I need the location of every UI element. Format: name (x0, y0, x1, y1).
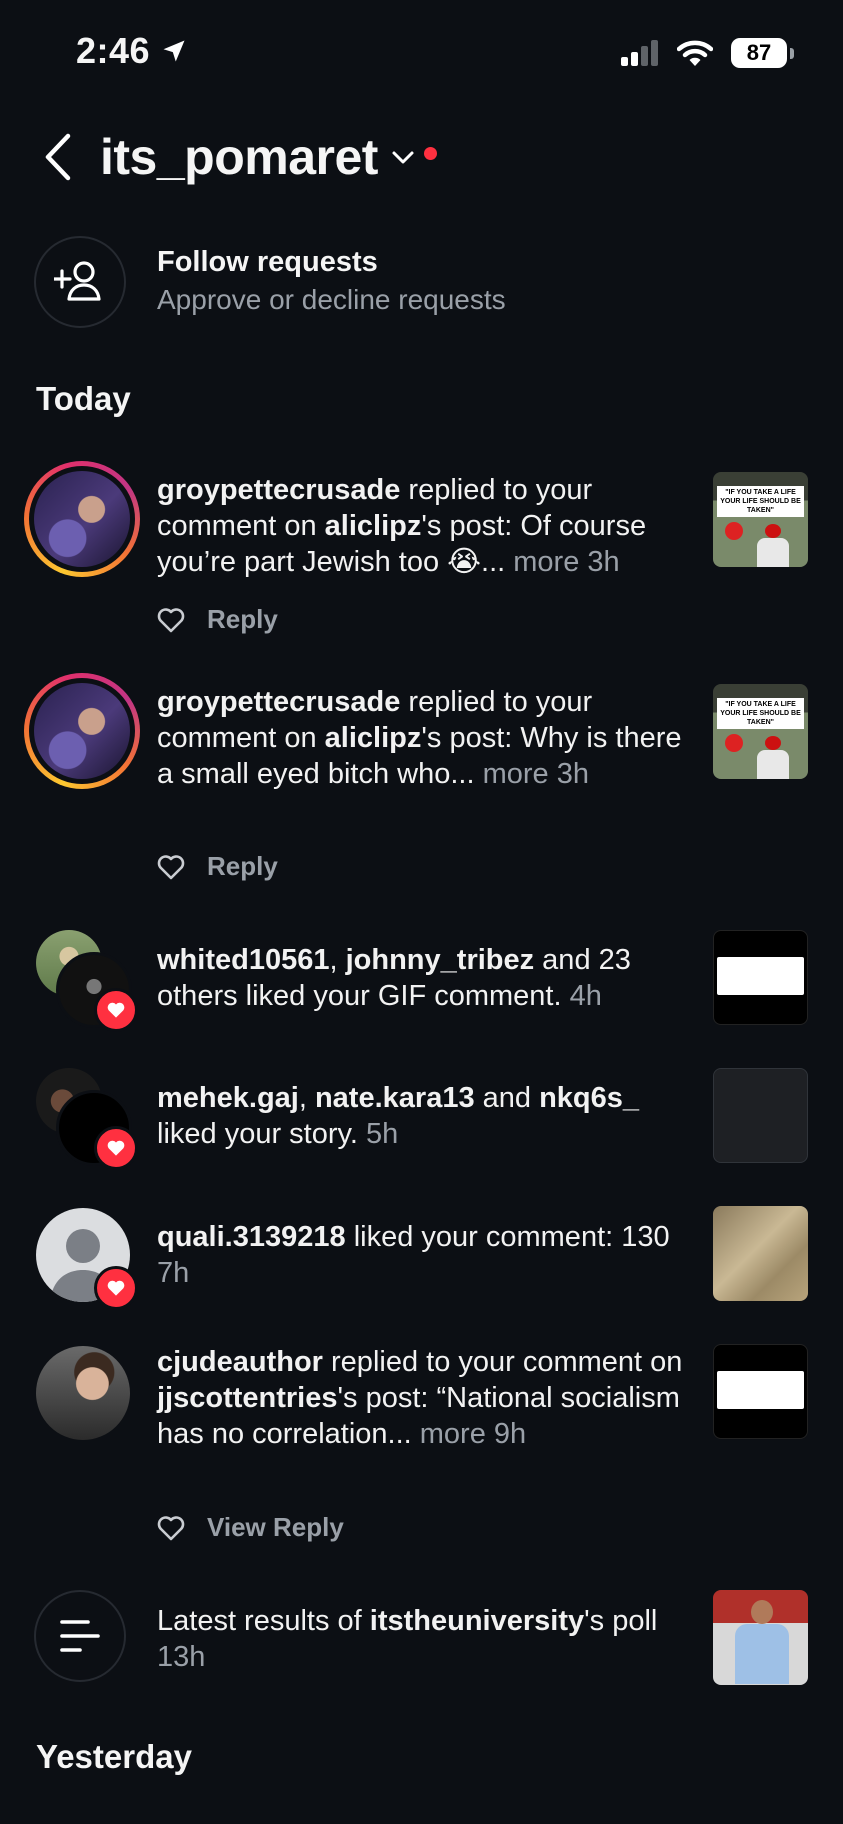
notification-body: and (474, 1082, 540, 1114)
thumbnail-figure (757, 750, 789, 779)
heart-outline-icon[interactable] (157, 1515, 185, 1541)
heart-icon (107, 1140, 125, 1156)
thumbnail-figure (765, 524, 781, 538)
more-link[interactable]: more (475, 758, 549, 790)
chevron-down-icon[interactable] (390, 144, 416, 170)
reply-button[interactable]: Reply (207, 851, 278, 882)
notification-text[interactable]: quali.3139218 liked your comment: 130 7h (157, 1219, 689, 1291)
timestamp: 3h (548, 758, 590, 790)
view-reply-button[interactable]: View Reply (207, 1512, 344, 1543)
username-link[interactable]: whited10561 (157, 944, 329, 976)
notification-text[interactable]: Latest results of itstheuniversity's pol… (157, 1603, 689, 1675)
stacked-avatars[interactable] (36, 930, 146, 1032)
notification-body: liked your comment: 130 (345, 1221, 670, 1253)
add-person-icon (54, 261, 101, 301)
story-ring-avatar[interactable] (24, 461, 140, 577)
username-link[interactable]: aliclipz (325, 722, 422, 754)
heart-icon (107, 1280, 125, 1296)
notification-text[interactable]: groypettecrusade replied to your comment… (157, 472, 689, 580)
reply-actions: View Reply (157, 1512, 344, 1543)
heart-badge (94, 988, 138, 1032)
post-thumbnail[interactable]: "IF YOU TAKE A LIFE YOUR LIFE SHOULD BE … (713, 684, 808, 779)
tweet-preview (717, 957, 804, 995)
reply-button[interactable]: Reply (207, 604, 278, 635)
notification-body: , (329, 944, 346, 976)
thumbnail-figure (725, 734, 743, 752)
username-link[interactable]: cjudeauthor (157, 1346, 323, 1378)
follow-requests-icon-button[interactable] (34, 236, 126, 328)
thumbnail-figure (765, 736, 781, 750)
thumbnail-caption: "IF YOU TAKE A LIFE YOUR LIFE SHOULD BE … (717, 698, 804, 729)
story-thumbnail[interactable] (713, 1068, 808, 1163)
username-link[interactable]: groypettecrusade (157, 474, 400, 506)
header: its_pomaret (42, 128, 437, 186)
heart-outline-icon[interactable] (157, 607, 185, 633)
battery-indicator: 87 (731, 38, 794, 68)
more-link[interactable]: more (412, 1418, 486, 1450)
post-thumbnail[interactable] (713, 1344, 808, 1439)
location-arrow-icon (163, 40, 185, 62)
thumbnail-figure (725, 522, 743, 540)
battery-level: 87 (746, 40, 772, 65)
username-link[interactable]: aliclipz (325, 510, 422, 542)
post-thumbnail[interactable]: "IF YOU TAKE A LIFE YOUR LIFE SHOULD BE … (713, 472, 808, 567)
heart-badge (94, 1266, 138, 1310)
notification-body: replied to your comment on (322, 1346, 691, 1378)
username-link[interactable]: groypettecrusade (157, 686, 400, 718)
timestamp: 4h (561, 980, 602, 1012)
status-time: 2:46 (76, 30, 188, 72)
clock: 2:46 (76, 30, 151, 71)
thumbnail-figure (735, 1624, 789, 1684)
heart-badge (94, 1126, 138, 1170)
post-thumbnail[interactable] (713, 1206, 808, 1301)
avatar (34, 471, 130, 567)
reply-actions: Reply (157, 851, 278, 882)
cellular-signal-icon (621, 40, 658, 66)
thumbnail-figure (757, 538, 789, 567)
username-link[interactable]: mehek.gaj (157, 1082, 299, 1114)
notification-body: 's poll (584, 1605, 658, 1637)
back-chevron-icon[interactable] (42, 132, 74, 182)
notification-text[interactable]: cjudeauthor replied to your comment on j… (157, 1344, 689, 1452)
post-thumbnail[interactable] (713, 1590, 808, 1685)
notification-body: Latest results of (157, 1605, 370, 1637)
tweet-preview (717, 1371, 804, 1409)
stacked-avatars[interactable] (36, 1068, 146, 1170)
notification-body: , (298, 1082, 315, 1114)
section-today: Today (36, 380, 131, 417)
thumbnail-figure (751, 1600, 773, 1624)
username-link[interactable]: nkq6s_ (539, 1082, 639, 1114)
more-link[interactable]: more (505, 546, 579, 578)
thumbnail-caption: "IF YOU TAKE A LIFE YOUR LIFE SHOULD BE … (717, 486, 804, 517)
username-link[interactable]: johnny_tribez (346, 944, 535, 976)
avatar[interactable] (36, 1346, 130, 1440)
poll-icon-button[interactable] (34, 1590, 126, 1682)
timestamp: 9h (485, 1418, 527, 1450)
unread-dot (423, 146, 437, 160)
notification-text[interactable]: mehek.gaj, nate.kara13 and nkq6s_ liked … (157, 1080, 689, 1152)
reply-actions: Reply (157, 604, 278, 635)
timestamp: 3h (579, 546, 620, 578)
username-link[interactable]: itstheuniversity (370, 1605, 584, 1637)
username-link[interactable]: quali.3139218 (157, 1221, 346, 1253)
poll-results-icon (60, 1620, 100, 1652)
username-link[interactable]: jjscottentries (157, 1382, 338, 1414)
follow-requests-title[interactable]: Follow requests (157, 246, 378, 279)
follow-requests-subtitle: Approve or decline requests (157, 284, 506, 315)
post-thumbnail[interactable] (713, 930, 808, 1025)
account-username[interactable]: its_pomaret (100, 128, 378, 186)
heart-outline-icon[interactable] (157, 854, 185, 880)
avatar-with-badge[interactable] (36, 1208, 146, 1310)
notification-text[interactable]: groypettecrusade replied to your comment… (157, 684, 689, 792)
heart-icon (107, 1002, 125, 1018)
notification-text[interactable]: whited10561, johnny_tribez and 23 others… (157, 942, 689, 1014)
username-link[interactable]: nate.kara13 (315, 1082, 475, 1114)
story-ring-avatar[interactable] (24, 673, 140, 789)
wifi-icon (677, 40, 713, 66)
avatar (34, 683, 130, 779)
section-yesterday: Yesterday (36, 1738, 192, 1775)
status-icons: 87 (621, 38, 794, 68)
timestamp: 5h (357, 1118, 399, 1150)
